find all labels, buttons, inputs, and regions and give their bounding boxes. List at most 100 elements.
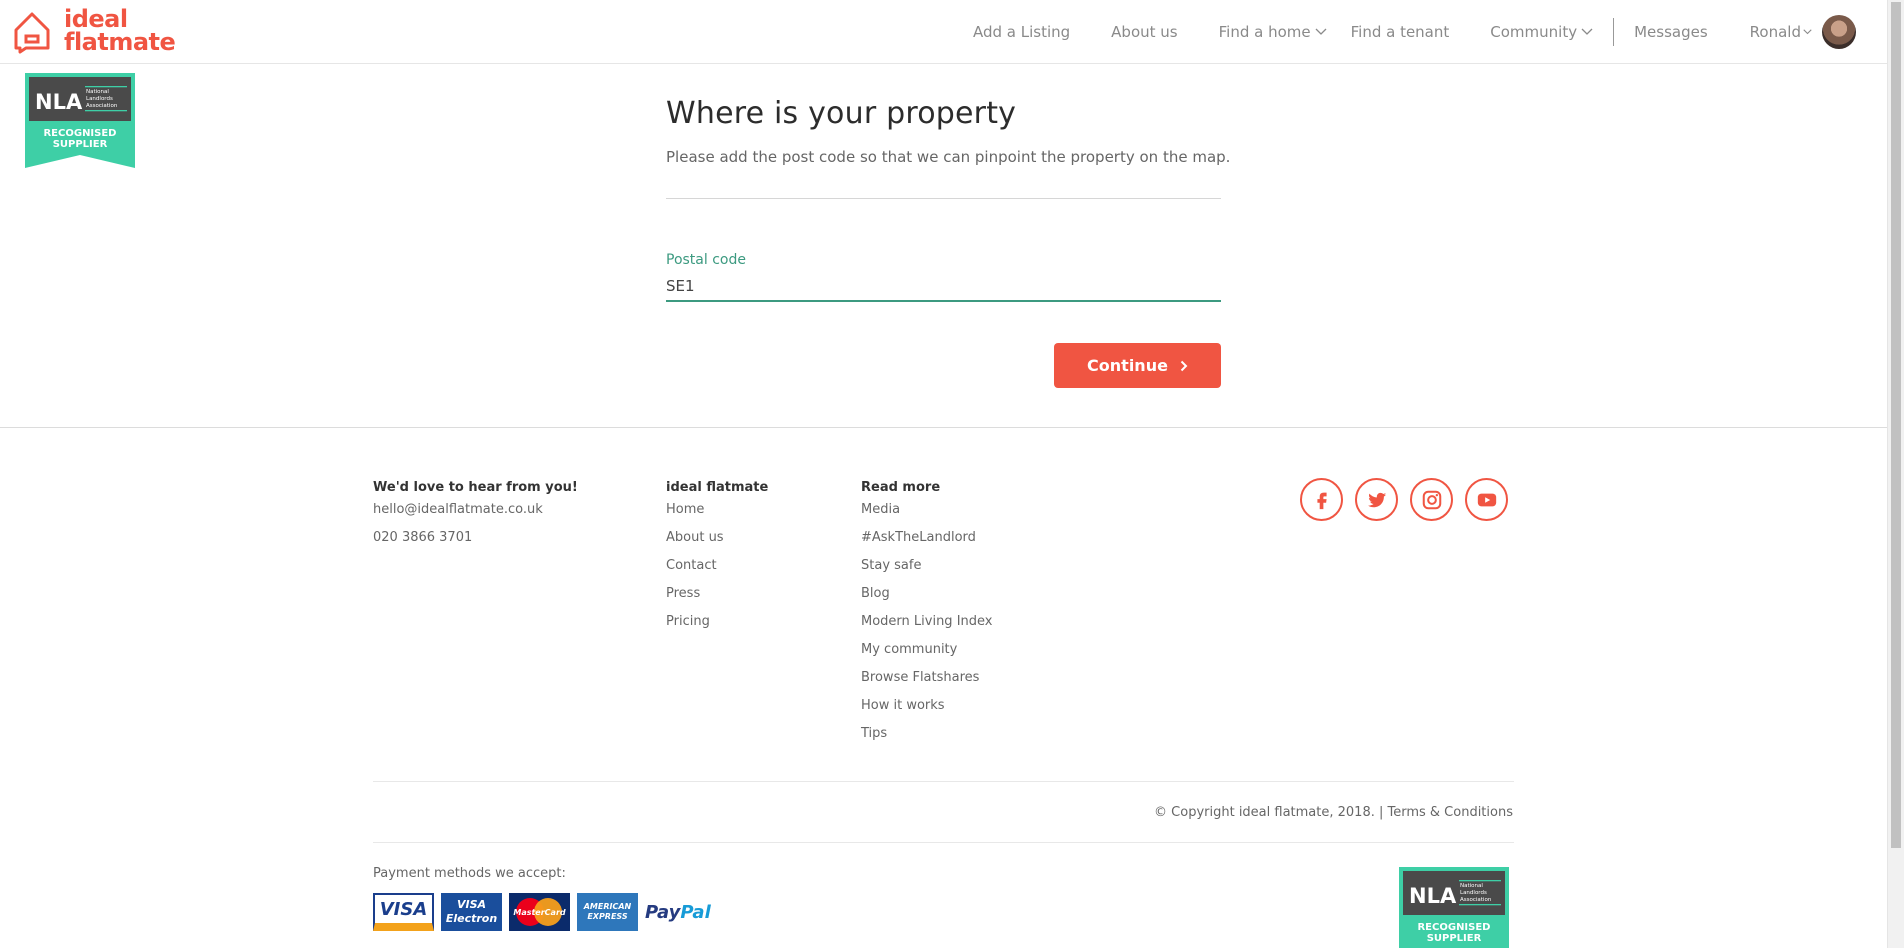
user-name: Ronald	[1749, 23, 1801, 41]
visa-card-icon: VISA	[373, 893, 434, 931]
nav-add-listing[interactable]: Add a Listing	[973, 23, 1070, 41]
main-nav: Add a Listing About us Find a home Find …	[932, 0, 1856, 64]
footer-email-link[interactable]: hello@idealflatmate.co.uk	[373, 503, 578, 531]
footer-company: ideal flatmate Home About us Contact Pre…	[666, 480, 768, 643]
logo-wordmark: ideal flatmate	[64, 7, 176, 56]
footer-link-contact[interactable]: Contact	[666, 559, 768, 587]
chevron-down-icon	[1315, 28, 1327, 35]
footer-company-heading: ideal flatmate	[666, 480, 769, 495]
svg-text:NLA: NLA	[1409, 884, 1457, 908]
svg-text:Association: Association	[86, 103, 118, 109]
youtube-link[interactable]	[1465, 478, 1508, 521]
continue-button-label: Continue	[1087, 356, 1168, 375]
footer-link-ask-landlord[interactable]: #AskTheLandlord	[861, 531, 992, 559]
paypal-word-1: Pay	[645, 901, 681, 923]
nav-divider	[1613, 18, 1615, 46]
svg-text:SUPPLIER: SUPPLIER	[1427, 933, 1482, 944]
footer-link-browse-flatshares[interactable]: Browse Flatshares	[861, 671, 992, 699]
footer-link-pricing[interactable]: Pricing	[666, 615, 768, 643]
svg-text:Landlords: Landlords	[86, 96, 113, 102]
site-logo[interactable]: ideal flatmate	[12, 7, 176, 56]
house-speech-icon	[14, 12, 50, 54]
nav-community[interactable]: Community	[1490, 23, 1593, 41]
footer-link-modern-living-index[interactable]: Modern Living Index	[861, 615, 992, 643]
continue-button[interactable]: Continue	[1054, 343, 1221, 388]
footer-link-stay-safe[interactable]: Stay safe	[861, 559, 992, 587]
twitter-icon	[1367, 492, 1386, 507]
svg-text:Association: Association	[1460, 897, 1492, 903]
visa-electron-line-1: VISA	[456, 898, 487, 911]
footer-divider	[373, 781, 1514, 782]
chevron-right-icon	[1180, 360, 1188, 371]
youtube-icon	[1477, 493, 1496, 506]
amex-line-2: EXPRESS	[587, 912, 628, 921]
site-header: ideal flatmate Add a Listing About us Fi…	[0, 0, 1887, 64]
footer-contact-heading: We'd love to hear from you!	[373, 480, 578, 495]
copyright-text: © Copyright ideal flatmate, 2018. | Term…	[1154, 805, 1513, 820]
svg-text:SUPPLIER: SUPPLIER	[53, 139, 108, 150]
footer-link-about[interactable]: About us	[666, 531, 768, 559]
divider	[666, 198, 1221, 199]
postal-code-input[interactable]	[666, 272, 1221, 302]
nav-messages-label: Messages	[1634, 23, 1708, 41]
footer-divider	[373, 842, 1514, 843]
page-subtitle: Please add the post code so that we can …	[666, 148, 1231, 166]
svg-text:Landlords: Landlords	[1460, 890, 1487, 896]
avatar[interactable]	[1822, 15, 1856, 49]
footer-link-press[interactable]: Press	[666, 587, 768, 615]
scrollbar-thumb[interactable]	[1891, 2, 1901, 848]
nav-add-listing-label: Add a Listing	[972, 23, 1071, 41]
footer-phone: 020 3866 3701	[373, 530, 473, 545]
social-links	[1300, 478, 1520, 521]
svg-text:NLA: NLA	[35, 90, 83, 114]
facebook-link[interactable]	[1300, 478, 1343, 521]
nav-find-tenant-label: Find a tenant	[1350, 23, 1450, 41]
footer-link-tips[interactable]: Tips	[861, 727, 992, 755]
svg-text:National: National	[1460, 883, 1483, 889]
footer-divider	[0, 427, 1887, 428]
svg-text:RECOGNISED: RECOGNISED	[43, 128, 116, 139]
payment-methods-label: Payment methods we accept:	[373, 866, 566, 881]
chevron-down-icon	[1581, 28, 1593, 35]
nla-badge: NLA National Landlords Association RECOG…	[25, 73, 135, 168]
footer-link-media[interactable]: Media	[861, 503, 992, 531]
nav-find-tenant[interactable]: Find a tenant	[1351, 23, 1450, 41]
page-title: Where is your property	[666, 96, 1017, 131]
visa-electron-card-icon: VISA Electron	[441, 893, 502, 931]
instagram-link[interactable]	[1410, 478, 1453, 521]
nav-messages[interactable]: Messages	[1634, 23, 1708, 41]
nav-about-us-label: About us	[1111, 23, 1178, 41]
paypal-logo: PayPal	[645, 902, 711, 923]
mastercard-card-icon: MasterCard	[509, 893, 570, 931]
instagram-icon	[1422, 490, 1441, 509]
payment-cards: VISA VISA Electron MasterCard AMERICAN E…	[373, 893, 711, 931]
page-scrollbar[interactable]	[1887, 0, 1904, 948]
nla-logo: NLA National Landlords Association RECOG…	[1399, 867, 1509, 948]
footer-read-more: Read more Media #AskTheLandlord Stay saf…	[861, 480, 992, 755]
visa-electron-line-2: Electron	[445, 912, 498, 925]
twitter-link[interactable]	[1355, 478, 1398, 521]
user-menu[interactable]: Ronald	[1750, 15, 1856, 49]
paypal-word-2: Pal	[680, 901, 711, 923]
footer-read-more-heading: Read more	[861, 480, 941, 495]
mastercard-label: MasterCard	[513, 907, 566, 917]
footer-contact: We'd love to hear from you! hello@idealf…	[373, 480, 578, 559]
nav-about-us[interactable]: About us	[1111, 23, 1177, 41]
svg-text:National: National	[86, 89, 109, 95]
footer-link-how-it-works[interactable]: How it works	[861, 699, 992, 727]
visa-card-label: VISA	[379, 898, 428, 920]
svg-text:RECOGNISED: RECOGNISED	[1417, 922, 1490, 933]
postal-code-label: Postal code	[666, 252, 746, 268]
nav-find-home-label: Find a home	[1218, 23, 1311, 41]
amex-card-icon: AMERICAN EXPRESS	[577, 893, 638, 931]
nla-footer-badge: NLA National Landlords Association RECOG…	[1399, 867, 1509, 948]
facebook-icon	[1316, 492, 1327, 509]
nav-community-label: Community	[1490, 23, 1578, 41]
amex-line-1: AMERICAN	[583, 902, 632, 911]
footer-link-home[interactable]: Home	[666, 503, 768, 531]
footer-link-my-community[interactable]: My community	[861, 643, 992, 671]
nav-find-home[interactable]: Find a home	[1219, 23, 1327, 41]
footer-link-blog[interactable]: Blog	[861, 587, 992, 615]
chevron-down-icon	[1803, 29, 1812, 35]
logo-line-2: flatmate	[64, 28, 176, 56]
